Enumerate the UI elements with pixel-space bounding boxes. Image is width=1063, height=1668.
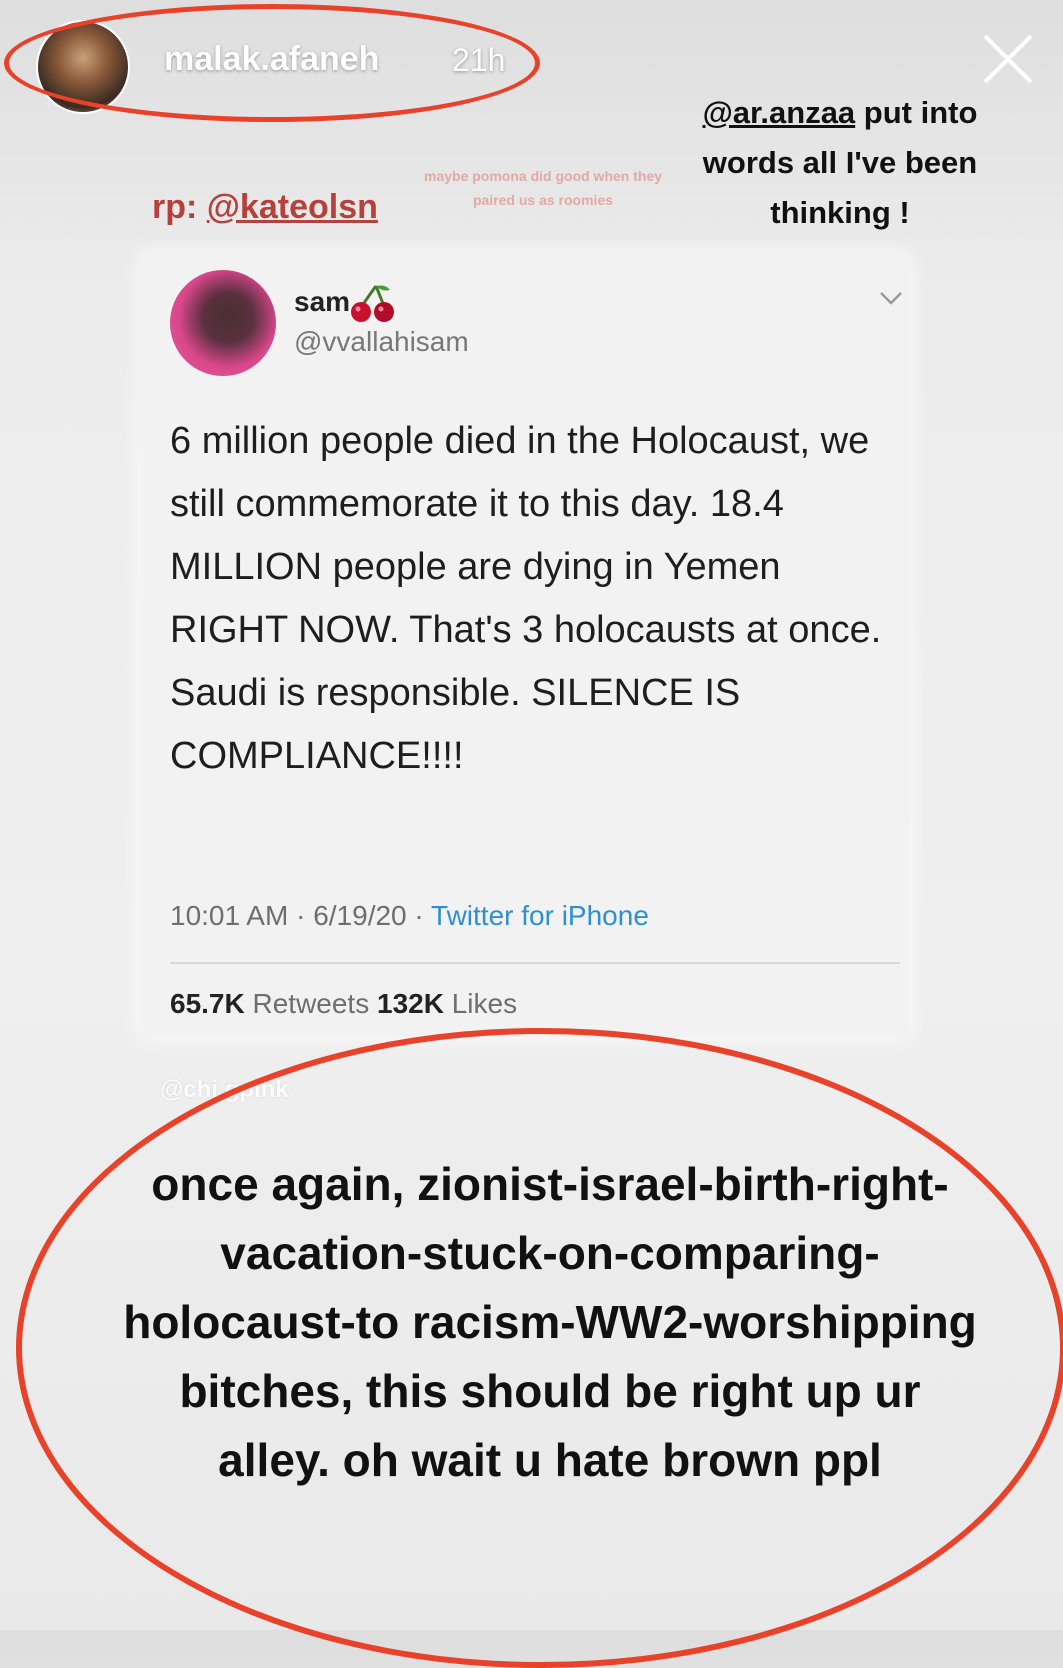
retweets-count[interactable]: 65.7K — [170, 988, 245, 1019]
tweet-time: 10:01 AM — [170, 900, 289, 931]
likes-label: Likes — [443, 988, 518, 1019]
repost-mention[interactable]: @kateolsn — [207, 188, 378, 226]
tweet-author-name[interactable]: sam — [294, 286, 350, 318]
caption-mention[interactable]: @ar.anzaa — [703, 95, 856, 130]
retweets-label: Retweets — [244, 988, 377, 1019]
meta-separator: · — [406, 900, 432, 931]
faint-caption: maybe pomona did good when they paired u… — [424, 168, 663, 208]
tweet-metadata: 10:01 AM · 6/19/20 · Twitter for iPhone — [170, 900, 649, 932]
close-icon[interactable] — [979, 30, 1037, 88]
chevron-down-icon[interactable] — [878, 290, 904, 306]
cherry-icon — [351, 285, 394, 322]
caption-line3: thinking ! — [770, 195, 910, 230]
tweet-stats: 65.7K Retweets 132K Likes — [170, 988, 517, 1020]
repost-prefix: rp: — [152, 188, 207, 226]
likes-count[interactable]: 132K — [377, 988, 444, 1019]
tweet-source-link[interactable]: Twitter for iPhone — [431, 900, 649, 931]
bottom-highlight-circle — [16, 1028, 1063, 1668]
header-highlight-circle — [4, 4, 540, 122]
tweet-date: 6/19/20 — [313, 900, 407, 931]
tweet-author-handle[interactable]: @vvallahisam — [294, 326, 469, 358]
divider — [170, 962, 900, 964]
tweet-avatar[interactable] — [170, 270, 276, 376]
caption-line1: put into — [855, 95, 978, 130]
tweet-body: 6 million people died in the Holocaust, … — [170, 420, 882, 777]
meta-separator: · — [288, 900, 314, 931]
story-caption: @ar.anzaa put into words all I've been t… — [660, 88, 1020, 238]
repost-credit: rp: @kateolsn — [152, 188, 378, 227]
caption-line2: words all I've been — [702, 145, 978, 180]
